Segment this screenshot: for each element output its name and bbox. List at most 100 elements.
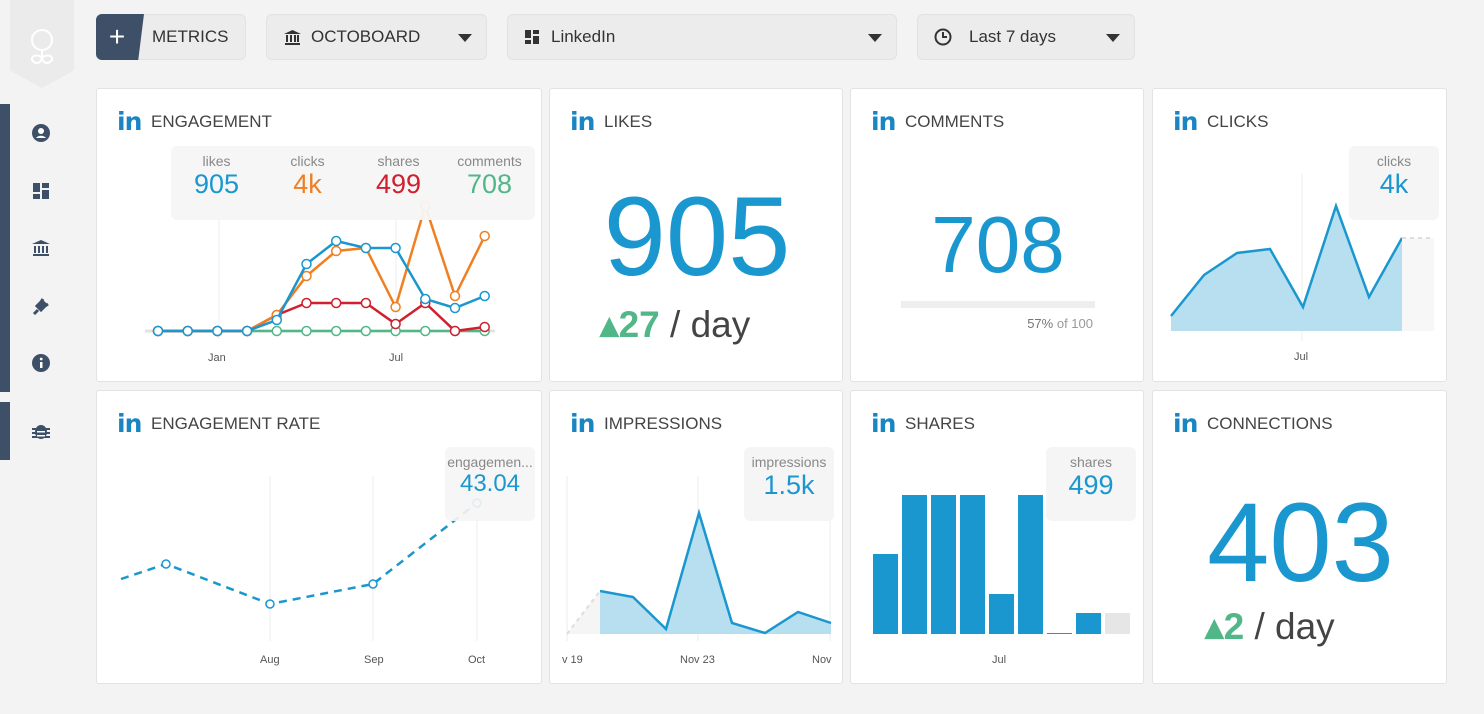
x-tick: Nov 23 — [680, 654, 715, 666]
likes-point — [271, 314, 283, 326]
connections-widget[interactable]: in CONNECTIONS 403 ▴2 / day — [1152, 390, 1447, 684]
sidebar-active-bar — [0, 104, 10, 392]
engagement-chart — [145, 149, 495, 339]
engagement-rate-tooltip: engagemen... 43.04 — [445, 447, 535, 521]
comments-value: 708 — [931, 200, 1065, 289]
comments-point — [330, 325, 342, 337]
comments-widget[interactable]: in COMMENTS 708 57% of 100 — [850, 88, 1144, 382]
linkedin-icon: in — [1173, 409, 1198, 438]
likes-value: 905 — [603, 174, 791, 299]
bar — [989, 594, 1014, 634]
widget-title: LIKES — [604, 111, 653, 131]
comments-point — [271, 325, 283, 337]
x-tick: v 19 — [562, 654, 583, 666]
clicks-widget[interactable]: in CLICKS clicks 4k Jul — [1152, 88, 1447, 382]
partial-area — [1402, 238, 1434, 331]
metrics-label: METRICS — [152, 27, 229, 46]
comments-point — [301, 325, 312, 337]
date-range-select[interactable]: Last 7 days — [917, 14, 1135, 60]
clicks-tooltip: clicks 4k — [1349, 146, 1439, 220]
progress-label: 57% of 100 — [1027, 316, 1093, 331]
bug-icon[interactable] — [31, 421, 51, 441]
info-icon[interactable] — [31, 353, 51, 373]
bar — [931, 495, 956, 634]
likes-point — [420, 293, 431, 305]
linkedin-icon: in — [871, 107, 896, 136]
x-tick: Nov — [812, 654, 832, 666]
shares-line — [158, 301, 485, 333]
connections-value: 403 — [1207, 480, 1394, 605]
chevron-down-icon — [458, 34, 472, 42]
add-metrics-button[interactable]: + METRICS — [96, 14, 246, 60]
likes-point — [479, 290, 490, 302]
linkedin-icon: in — [570, 107, 595, 136]
likes-point — [241, 325, 253, 337]
x-tick: Jul — [1294, 351, 1309, 363]
sidebar-bug-bar — [0, 402, 10, 460]
plus-icon: + — [96, 14, 144, 60]
bar — [1105, 613, 1130, 634]
shares-widget[interactable]: in SHARES shares 499 Jul — [850, 390, 1144, 684]
shares-point — [360, 297, 372, 309]
chevron-down-icon — [868, 34, 882, 42]
comments-progress-bar — [901, 301, 1095, 308]
likes-point — [212, 325, 223, 337]
clicks-chart — [1170, 174, 1434, 341]
likes-widget[interactable]: in LIKES 905 ▴27 / day — [549, 88, 843, 382]
impressions-widget[interactable]: in IMPRESSIONS impressions 1.5k v 19 Nov 2… — [549, 390, 843, 684]
chevron-down-icon — [1106, 34, 1120, 42]
octoboard-logo[interactable] — [10, 0, 74, 88]
rate-line — [120, 502, 478, 606]
likes-point — [449, 302, 461, 314]
bank-icon[interactable] — [31, 238, 51, 258]
stat-clicks: clicks 4k — [290, 153, 325, 199]
rate-point — [161, 559, 171, 569]
bar — [1018, 495, 1043, 634]
shares-point — [301, 297, 312, 309]
rate-point — [368, 579, 378, 589]
engagement-widget[interactable]: in ENGAGEMENT likes 905 clicks 4k shares 499… — [96, 88, 542, 382]
x-tick: Jul — [389, 352, 404, 364]
rate-point — [265, 599, 275, 609]
shares-point — [449, 325, 461, 337]
plug-icon[interactable] — [31, 296, 51, 316]
clicks-point — [301, 270, 312, 282]
date-range-label: Last 7 days — [969, 27, 1056, 46]
stat-likes: likes 905 — [193, 153, 240, 199]
user-circle-icon[interactable] — [31, 123, 51, 143]
likes-point — [182, 325, 193, 337]
widget-title: COMMENTS — [905, 111, 1005, 131]
stat-shares: shares 499 — [375, 153, 422, 199]
shares-point — [479, 321, 490, 333]
bank-icon — [284, 29, 301, 45]
board-label: OCTOBOARD — [311, 27, 421, 46]
source-select[interactable]: LinkedIn — [507, 14, 897, 60]
stat-comments: comments 708 — [457, 153, 522, 199]
x-tick: Jan — [208, 352, 226, 364]
dashboard-icon[interactable] — [31, 181, 51, 201]
bar — [902, 495, 927, 634]
likes-point — [360, 242, 372, 254]
clicks-point — [449, 290, 461, 302]
progress-fill — [901, 301, 1012, 308]
area-fill — [600, 513, 831, 634]
impressions-chart — [566, 476, 832, 641]
likes-point — [301, 258, 312, 270]
engagement-rate-widget[interactable]: in ENGAGEMENT RATE engagemen... 43.04 Aug … — [96, 390, 542, 684]
board-select[interactable]: OCTOBOARD — [266, 14, 487, 60]
impressions-tooltip: impressions 1.5k — [744, 447, 834, 521]
x-tick: Jul — [992, 654, 1007, 666]
shares-tooltip: shares 499 — [1046, 447, 1136, 521]
connections-per-day: ▴2 / day — [1205, 606, 1335, 647]
x-tick: Sep — [364, 654, 384, 666]
likes-line — [158, 239, 486, 333]
clicks-point — [330, 245, 342, 257]
widget-title: CONNECTIONS — [1207, 413, 1333, 433]
engagement-rate-chart — [120, 476, 482, 641]
dashboard-icon — [525, 30, 539, 44]
clicks-point — [479, 230, 490, 242]
source-label: LinkedIn — [551, 27, 616, 46]
shares-point — [330, 297, 342, 309]
likes-point — [390, 242, 401, 254]
bar — [873, 554, 898, 634]
